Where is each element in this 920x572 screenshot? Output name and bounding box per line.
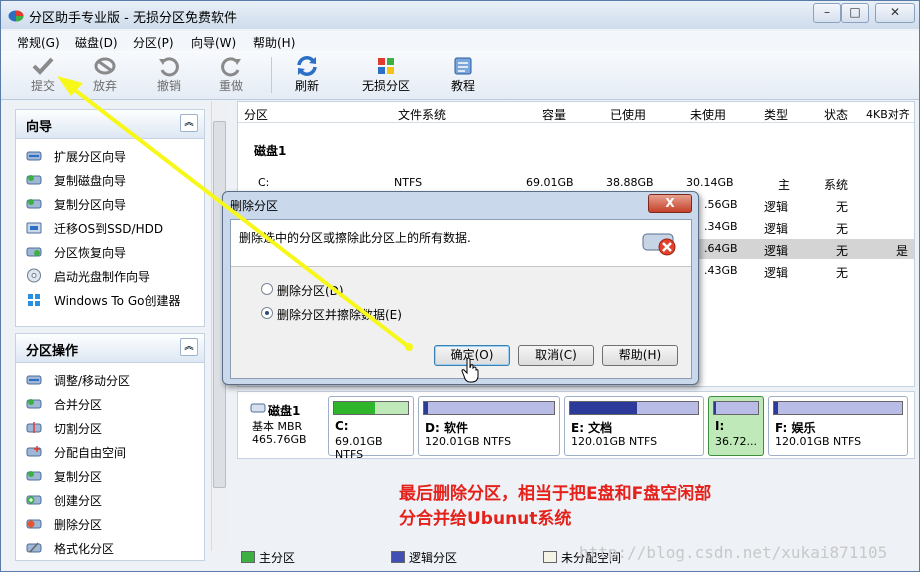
app-window: 分区助手专业版 - 无损分区免费软件 – □ ✕ 常规(G) 磁盘(D) 分区(… bbox=[0, 0, 920, 572]
annotation-arrow bbox=[57, 76, 413, 351]
hand-cursor-icon bbox=[461, 357, 479, 383]
